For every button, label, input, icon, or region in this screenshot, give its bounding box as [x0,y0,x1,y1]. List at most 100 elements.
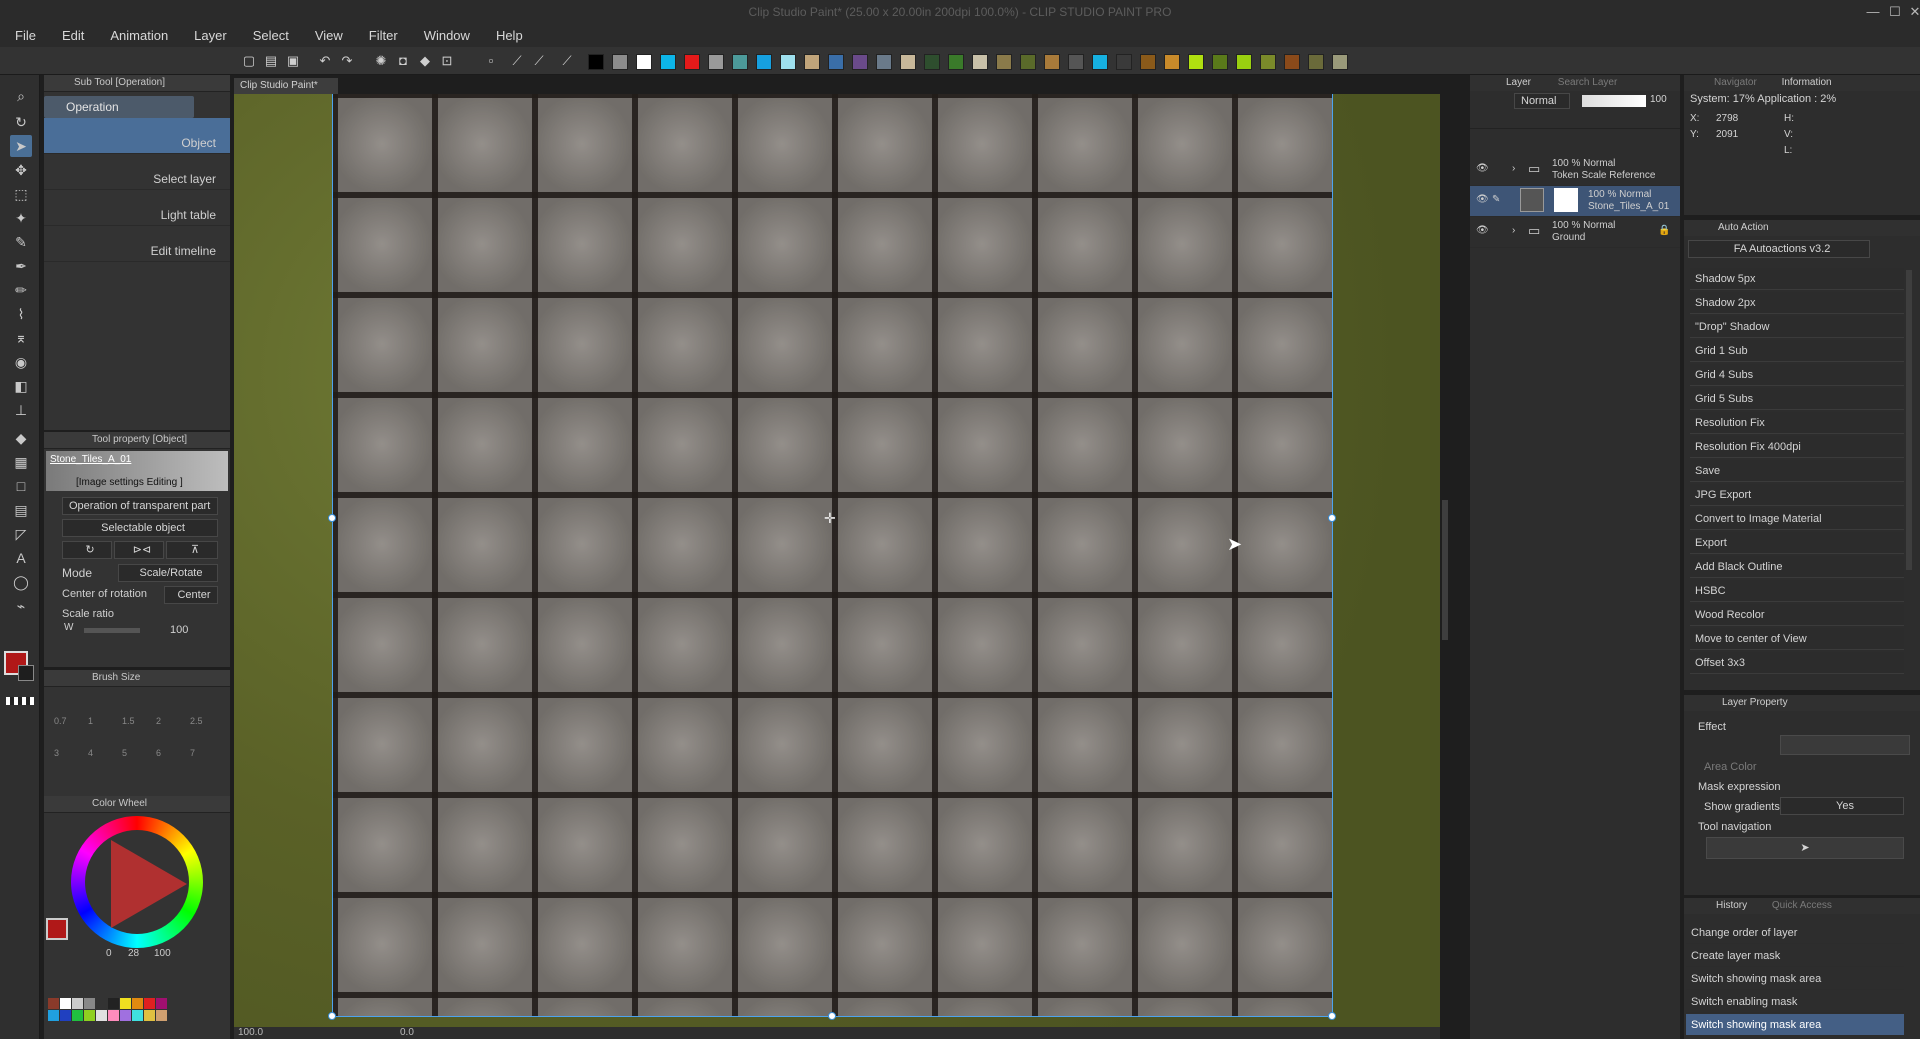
palette-swatch[interactable] [1284,54,1300,70]
palette-swatch[interactable] [876,54,892,70]
move-tool-icon[interactable]: ↻ [10,111,32,133]
chevron-right-icon[interactable]: › [1512,225,1515,236]
decoration-tool-icon[interactable]: ◉ [10,351,32,373]
transform-icon[interactable]: ⊡ [438,52,456,70]
palette-swatch[interactable] [756,54,772,70]
auto-action-item[interactable]: HSBC [1690,580,1904,602]
tab-information[interactable]: Information [1782,77,1832,88]
sub-color-chip[interactable] [18,665,34,681]
palette-swatch[interactable] [1188,54,1204,70]
palette-swatch[interactable] [1236,54,1252,70]
color-set-swatch[interactable] [48,1010,59,1021]
color-set-swatch[interactable] [60,998,71,1009]
menu-view[interactable]: View [300,25,354,47]
auto-action-item[interactable]: Move to center of View [1690,628,1904,650]
clear-outside-icon[interactable]: ◘ [394,52,412,70]
palette-swatch[interactable] [612,54,628,70]
correct-line-tool-icon[interactable]: ⌁ [10,595,32,617]
palette-swatch[interactable] [852,54,868,70]
history-item[interactable]: Switch showing mask area [1686,968,1904,990]
palette-swatch[interactable] [1140,54,1156,70]
palette-swatch[interactable] [972,54,988,70]
auto-action-item[interactable]: Save [1690,460,1904,482]
fill-icon[interactable]: ◆ [416,52,434,70]
operation-tool-icon[interactable]: ➤ [10,135,32,157]
close-button[interactable]: ✕ [1904,4,1920,20]
color-set-swatch[interactable] [144,1010,155,1021]
auto-action-item[interactable]: Resolution Fix [1690,412,1904,434]
color-set-swatch[interactable] [144,998,155,1009]
transform-handle-bottom-right[interactable] [1328,1012,1336,1020]
palette-swatch[interactable] [1020,54,1036,70]
auto-action-item[interactable]: Grid 1 Sub [1690,340,1904,362]
palette-swatch[interactable] [588,54,604,70]
show-gradients-dropdown[interactable]: Yes [1780,797,1904,815]
color-set-swatch[interactable] [156,1010,167,1021]
palette-swatch[interactable] [636,54,652,70]
menu-layer[interactable]: Layer [179,25,238,47]
subtool-light-table[interactable]: Light table [44,190,230,226]
tab-history[interactable]: History [1716,900,1747,911]
auto-action-item[interactable]: "Drop" Shadow [1690,316,1904,338]
brush-size-option[interactable]: 5 [122,748,127,758]
subtool-edit-timeline[interactable]: Edit timeline [44,226,230,262]
color-set-swatch[interactable] [60,1010,71,1021]
auto-action-item[interactable]: Shadow 5px [1690,268,1904,290]
color-set-swatch[interactable] [84,998,95,1009]
palette-swatch[interactable] [780,54,796,70]
wheel-main-color[interactable] [46,918,68,940]
color-set-swatch[interactable] [108,998,119,1009]
brush-size-option[interactable]: 1.5 [122,716,135,726]
move-layer-tool-icon[interactable]: ✥ [10,159,32,181]
layer-row-token-scale[interactable]: 👁 › ▭ 100 % Normal Token Scale Reference [1470,155,1680,186]
new-file-icon[interactable]: ▢ [240,52,258,70]
palette-swatch[interactable] [924,54,940,70]
balloon-tool-icon[interactable]: ◯ [10,571,32,593]
color-set-swatch[interactable] [96,998,107,1009]
maximize-button[interactable]: ☐ [1884,4,1906,20]
blend-mode-dropdown[interactable]: Normal [1514,93,1570,109]
transform-handle-right[interactable] [1328,514,1336,522]
palette-swatch[interactable] [948,54,964,70]
menu-file[interactable]: File [0,25,47,47]
menu-select[interactable]: Select [238,25,300,47]
figure-tool-icon[interactable]: □ [10,475,32,497]
palette-swatch[interactable] [1116,54,1132,70]
palette-swatch[interactable] [732,54,748,70]
transparent-part-dropdown[interactable]: Operation of transparent part [62,497,218,515]
color-set-swatch[interactable] [48,998,59,1009]
zoom-value[interactable]: 100.0 [238,1027,263,1038]
gradient-tool-icon[interactable]: ▦ [10,451,32,473]
width-slider[interactable] [84,628,140,633]
auto-action-item[interactable]: Export [1690,532,1904,554]
open-file-icon[interactable]: ▤ [262,52,280,70]
brush-size-option[interactable]: 7 [190,748,195,758]
hue-ring[interactable] [71,816,203,948]
palette-swatch[interactable] [1068,54,1084,70]
auto-action-item[interactable]: Add Black Outline [1690,556,1904,578]
palette-swatch[interactable] [804,54,820,70]
ruler-tool-icon[interactable]: ◸ [10,523,32,545]
opacity-value[interactable]: 100 [1650,94,1667,105]
snap-icon[interactable]: ▫ [482,52,500,70]
palette-swatch[interactable] [996,54,1012,70]
history-item[interactable]: Switch showing mask area [1686,1014,1904,1036]
transform-handle-bottom-left[interactable] [328,1012,336,1020]
palette-swatch[interactable] [660,54,676,70]
pencil-tool-icon[interactable]: ✏ [10,279,32,301]
brush-size-option[interactable]: 0.7 [54,716,67,726]
save-icon[interactable]: ▣ [284,52,302,70]
pen-tool-icon[interactable]: ✒ [10,255,32,277]
tool-navigation-button[interactable]: ➤ [1706,837,1904,859]
flip-vertical-button[interactable]: ⊼ [166,541,218,559]
eraser-tool-icon[interactable]: ◧ [10,375,32,397]
history-item[interactable]: Switch enabling mask [1686,991,1904,1013]
flip-horizontal-button[interactable]: ⊳⊲ [114,541,164,559]
document-tab[interactable]: Clip Studio Paint* [234,78,338,94]
palette-swatch[interactable] [828,54,844,70]
reset-button[interactable]: ↻ [62,541,112,559]
color-set-swatch[interactable] [108,1010,119,1021]
zoom-tool-icon[interactable]: ⌕ [10,85,32,107]
color-set-swatch[interactable] [84,1010,95,1021]
selection-tool-icon[interactable]: ⬚ [10,183,32,205]
